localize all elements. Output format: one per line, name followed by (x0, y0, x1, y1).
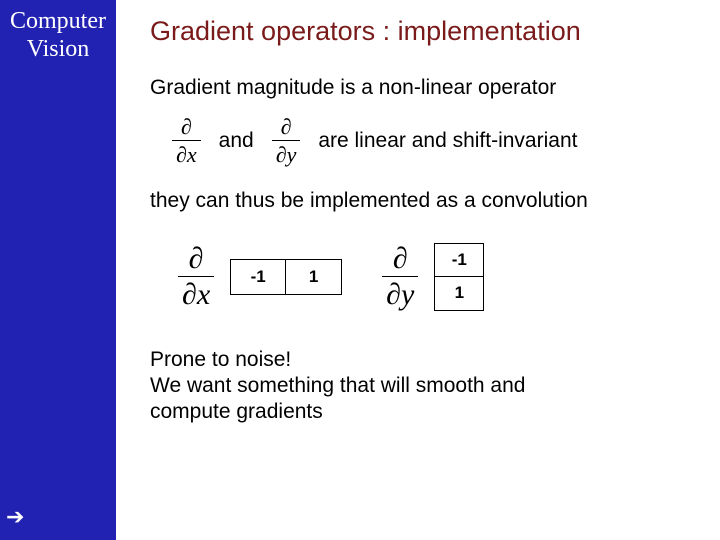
denominator: ∂x (172, 141, 201, 166)
sidebar-title: Computer Vision (0, 8, 116, 63)
closing-line3: compute gradients (150, 399, 698, 425)
partial-dy-big-icon: ∂ ∂y (382, 243, 418, 311)
kernel-row: ∂ ∂x -1 1 ∂ ∂y -1 1 (178, 243, 698, 311)
numerator: ∂ (185, 243, 208, 277)
numerator: ∂ (177, 115, 196, 140)
closing-line1: Prone to noise! (150, 347, 698, 373)
partial-dy-icon: ∂ ∂y (272, 115, 301, 166)
kernel-dy: -1 1 (434, 243, 484, 311)
linear-label: are linear and shift-invariant (318, 128, 577, 154)
sidebar: Computer Vision ➔ (0, 0, 116, 540)
and-label: and (219, 128, 254, 154)
slide-content: Gradient operators : implementation Grad… (116, 0, 720, 540)
text-magnitude: Gradient magnitude is a non-linear opera… (150, 75, 698, 101)
numerator: ∂ (277, 115, 296, 140)
kernel-cell: 1 (286, 259, 342, 295)
slide-title: Gradient operators : implementation (150, 16, 698, 47)
partial-dx-icon: ∂ ∂x (172, 115, 201, 166)
denominator: ∂y (272, 141, 301, 166)
kernel-cell: 1 (434, 277, 484, 311)
closing-line2: We want something that will smooth and (150, 373, 698, 399)
text-convolution: they can thus be implemented as a convol… (150, 188, 698, 214)
kernel-cell: -1 (434, 243, 484, 277)
closing-text: Prone to noise! We want something that w… (150, 347, 698, 426)
denominator: ∂y (382, 277, 418, 311)
partial-dx-big-icon: ∂ ∂x (178, 243, 214, 311)
kernel-dy-group: ∂ ∂y -1 1 (382, 243, 484, 311)
kernel-cell: -1 (230, 259, 286, 295)
partial-operators-row: ∂ ∂x and ∂ ∂y are linear and shift-invar… (172, 115, 698, 166)
denominator: ∂x (178, 277, 214, 311)
numerator: ∂ (389, 243, 412, 277)
sidebar-title-line1: Computer (10, 8, 106, 34)
kernel-dx: -1 1 (230, 259, 342, 295)
arrow-right-icon: ➔ (6, 504, 24, 530)
sidebar-title-line2: Vision (27, 36, 90, 62)
kernel-dx-group: ∂ ∂x -1 1 (178, 243, 342, 311)
